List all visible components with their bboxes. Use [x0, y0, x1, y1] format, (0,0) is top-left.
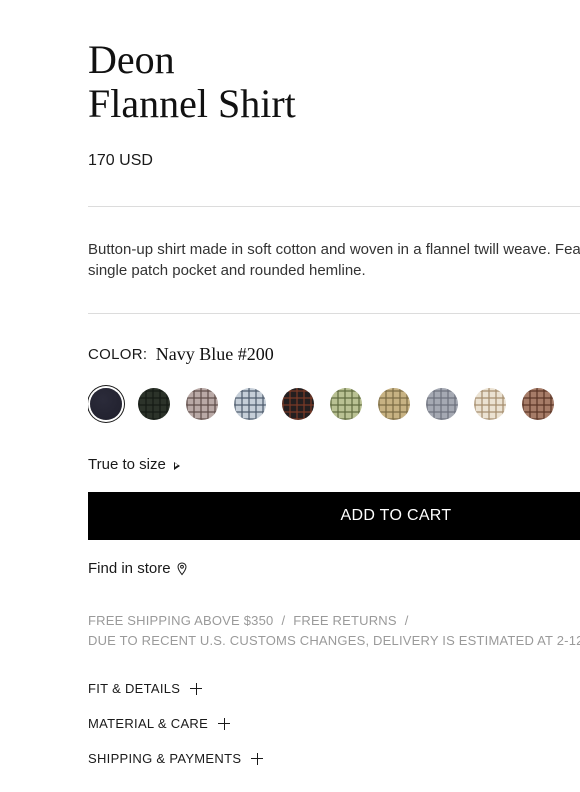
product-price: 170 USD: [88, 152, 153, 169]
free-returns-text: FREE RETURNS: [293, 613, 397, 628]
plus-icon: [218, 717, 231, 730]
color-selector-header: COLOR: Navy Blue #200: [88, 344, 274, 365]
accordion-shipping-payments[interactable]: SHIPPING & PAYMENTS: [88, 751, 264, 766]
location-pin-icon: [177, 561, 187, 575]
color-swatch-grey-plaid[interactable]: [426, 388, 458, 420]
selected-color-name: Navy Blue #200: [155, 344, 274, 364]
product-title-line2: Flannel Shirt: [88, 81, 296, 126]
size-guide-link[interactable]: True to size: [88, 456, 180, 473]
color-swatch-blue-grey-plaid[interactable]: [234, 388, 266, 420]
customs-note: DUE TO RECENT U.S. CUSTOMS CHANGES, DELI…: [88, 633, 580, 648]
color-swatch-cream-plaid[interactable]: [474, 388, 506, 420]
plus-icon: [190, 682, 203, 695]
accordion-fit-details[interactable]: FIT & DETAILS: [88, 681, 203, 696]
color-swatch-rust-brown-plaid[interactable]: [522, 388, 554, 420]
divider: [88, 206, 580, 207]
play-triangle-icon: [173, 461, 180, 470]
product-title: Deon Flannel Shirt: [88, 38, 296, 126]
free-shipping-text: FREE SHIPPING ABOVE $350: [88, 613, 274, 628]
product-description: Button-up shirt made in soft cotton and …: [88, 241, 580, 279]
find-in-store-label: Find in store: [88, 560, 171, 577]
add-to-cart-button[interactable]: ADD TO CART: [88, 492, 580, 540]
color-swatch-brown-grey-plaid[interactable]: [186, 388, 218, 420]
separator: /: [281, 613, 286, 628]
accordion-label: FIT & DETAILS: [88, 681, 181, 696]
product-info-panel: Deon Flannel Shirt 170 USD Button-up shi…: [88, 0, 580, 792]
accordion-label: SHIPPING & PAYMENTS: [88, 751, 242, 766]
color-swatch-olive-plaid[interactable]: [330, 388, 362, 420]
divider: [88, 313, 580, 314]
find-in-store-link[interactable]: Find in store: [88, 560, 187, 577]
shipping-notice: FREE SHIPPING ABOVE $350 / FREE RETURNS / D…: [88, 611, 580, 651]
separator: /: [404, 613, 409, 628]
color-swatch-black-rust-plaid[interactable]: [282, 388, 314, 420]
size-guide-label: True to size: [88, 456, 166, 473]
color-swatch-navy-blue-200[interactable]: [90, 388, 122, 420]
color-swatch-tan-plaid[interactable]: [378, 388, 410, 420]
accordion-material-care[interactable]: MATERIAL & CARE: [88, 716, 231, 731]
color-swatch-dark-green-plaid[interactable]: [138, 388, 170, 420]
color-label: COLOR:: [88, 346, 148, 363]
product-title-line1: Deon: [88, 37, 175, 82]
shipping-line-1: FREE SHIPPING ABOVE $350 / FREE RETURNS /: [88, 611, 580, 631]
plus-icon: [251, 752, 264, 765]
accordion-label: MATERIAL & CARE: [88, 716, 209, 731]
